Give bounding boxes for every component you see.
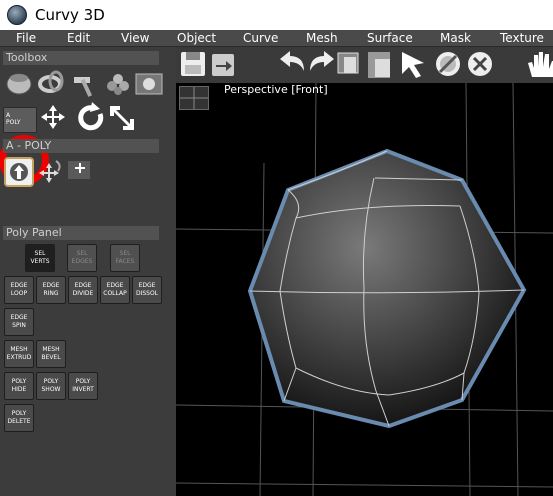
edge-spin-button[interactable]: EDGE SPIN <box>4 308 34 336</box>
edge-collapse-button[interactable]: EDGE COLLAP <box>100 276 130 304</box>
transform-points-icon[interactable] <box>39 160 61 183</box>
mesh-object[interactable] <box>247 148 527 429</box>
pan-hand-icon[interactable] <box>528 52 553 77</box>
sel-edges-button[interactable]: SEL EDGES <box>67 244 97 272</box>
viewport-grid <box>176 83 553 496</box>
save-icon[interactable] <box>181 52 205 76</box>
mesh-extrude-button[interactable]: MESH EXTRUD <box>4 340 34 368</box>
move-arrows-icon[interactable] <box>41 105 65 129</box>
image-tool-icon[interactable] <box>135 73 163 95</box>
import-icon[interactable] <box>212 54 234 76</box>
window-title: Curvy 3D <box>35 6 105 24</box>
menu-object[interactable]: Object <box>177 30 216 46</box>
toolbox-header: Toolbox <box>3 51 159 65</box>
toolbox-row-2 <box>41 102 134 131</box>
viewport-layout-toggle[interactable] <box>179 86 209 110</box>
extrude-tool-icon[interactable] <box>4 157 34 187</box>
hammer-tool-icon[interactable] <box>74 77 93 97</box>
menu-curve[interactable]: Curve <box>243 30 278 46</box>
menu-bar: File Edit View Object Curve Mesh Surface… <box>0 30 553 47</box>
3d-viewport[interactable]: Perspective [Front] <box>176 83 553 496</box>
cancel-icon[interactable] <box>468 52 492 76</box>
main-toolbar <box>176 47 553 83</box>
paste-icon[interactable] <box>368 52 390 78</box>
sel-verts-button[interactable]: SEL VERTS <box>25 244 55 272</box>
edge-ring-button[interactable]: EDGE RING <box>36 276 66 304</box>
scale-arrow-icon[interactable] <box>110 106 134 130</box>
copy-icon[interactable] <box>337 52 359 74</box>
redo-icon[interactable] <box>310 51 334 71</box>
edge-dissolve-button[interactable]: EDGE DISSOL <box>132 276 162 304</box>
sel-faces-button[interactable]: SEL FACES <box>110 244 140 272</box>
flower-tool-icon[interactable] <box>107 74 129 95</box>
poly-hide-button[interactable]: POLY HIDE <box>4 372 34 400</box>
chain-tool-icon[interactable] <box>38 70 64 93</box>
apoly-section-header: A - POLY <box>3 139 159 153</box>
poly-delete-button[interactable]: POLY DELETE <box>4 404 34 432</box>
menu-view[interactable]: View <box>121 30 149 46</box>
poly-show-button[interactable]: POLY SHOW <box>36 372 66 400</box>
undo-icon[interactable] <box>280 51 304 71</box>
menu-mesh[interactable]: Mesh <box>306 30 338 46</box>
mesh-bevel-button[interactable]: MESH BEVEL <box>36 340 66 368</box>
edge-divide-button[interactable]: EDGE DIVIDE <box>68 276 98 304</box>
menu-mask[interactable]: Mask <box>440 30 471 46</box>
menu-surface[interactable]: Surface <box>367 30 413 46</box>
title-bar: Curvy 3D <box>0 0 553 30</box>
viewport-label: Perspective [Front] <box>224 83 328 96</box>
poly-invert-button[interactable]: POLY INVERT <box>68 372 98 400</box>
toolbox-row-1 <box>6 70 163 97</box>
curvy-app-icon <box>7 5 27 25</box>
apoly-mode-button[interactable]: A POLY <box>3 107 37 133</box>
no-select-icon[interactable] <box>436 52 460 76</box>
toolbar-icons <box>181 51 553 78</box>
apoly-tools-row <box>4 157 90 187</box>
sphere-tool-icon[interactable] <box>6 73 32 95</box>
pointer-icon[interactable] <box>402 52 424 78</box>
menu-texture[interactable]: Texture <box>500 30 544 46</box>
menu-file[interactable]: File <box>16 30 36 46</box>
left-panel: Toolbox A POLY A - POLY Poly Panel SEL V… <box>0 47 176 496</box>
poly-panel-header: Poly Panel <box>3 226 159 240</box>
rotate-icon[interactable] <box>78 102 104 131</box>
add-point-icon[interactable] <box>68 161 90 179</box>
edge-loop-button[interactable]: EDGE LOOP <box>4 276 34 304</box>
apoly-label: A POLY <box>6 112 21 126</box>
menu-edit[interactable]: Edit <box>67 30 90 46</box>
